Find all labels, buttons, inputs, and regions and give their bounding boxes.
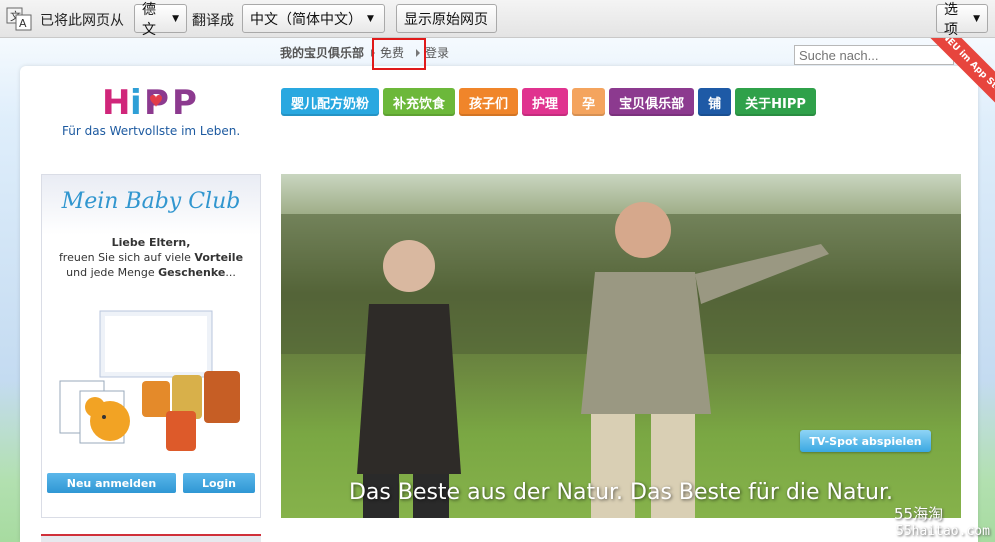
top-nav-club-link[interactable]: 我的宝贝俱乐部	[280, 44, 364, 61]
show-original-button[interactable]: 显示原始网页	[396, 4, 497, 33]
menu-item[interactable]: 铺	[698, 88, 732, 116]
club-line3-post: ...	[225, 266, 236, 279]
translated-to-label: 翻译成	[192, 13, 234, 29]
svg-text:P: P	[172, 84, 197, 120]
target-language-value: 中文（简体中文）	[250, 11, 362, 28]
watermark-url: 55haitao.com	[896, 524, 990, 539]
translate-message: 已将此网页从	[40, 13, 124, 29]
main-menu: 婴儿配方奶粉 补充饮食 孩子们 护理孕宝贝俱乐部铺关于HIPP	[281, 88, 816, 116]
tv-spot-button[interactable]: TV-Spot abspielen	[800, 430, 931, 452]
chevron-down-icon: ▼	[367, 13, 374, 24]
hero-banner[interactable]: TV-Spot abspielen Das Beste aus der Natu…	[281, 174, 961, 518]
club-greeting: Liebe Eltern,	[111, 236, 191, 249]
target-language-select[interactable]: 中文（简体中文） ▼	[242, 4, 385, 33]
menu-item[interactable]: 婴儿配方奶粉	[281, 88, 380, 116]
club-line2: freuen Sie sich auf viele	[58, 251, 195, 264]
menu-item[interactable]: 补充饮食	[383, 88, 456, 116]
ribbon-label: NEU im App Store	[925, 38, 995, 108]
source-language-select[interactable]: 德文 ▼	[134, 2, 187, 38]
club-line3: und jede Menge	[66, 266, 159, 279]
baby-club-box: Mein Baby Club Liebe Eltern, freuen Sie …	[41, 174, 261, 518]
options-label: 选项	[944, 1, 958, 38]
menu-item[interactable]: 孕	[572, 88, 606, 116]
menu-item[interactable]: 护理	[522, 88, 569, 116]
menu-item[interactable]: 宝贝俱乐部	[609, 88, 695, 116]
top-nav-login-link[interactable]: 登录	[425, 44, 449, 61]
club-line3-bold: Geschenke	[158, 266, 226, 279]
chevron-down-icon: ▼	[973, 13, 980, 24]
highlight-box	[372, 38, 426, 70]
hipp-logo[interactable]: H i P P	[102, 84, 207, 120]
app-store-ribbon[interactable]: NEU im App Store	[925, 38, 995, 108]
svg-text:i: i	[130, 84, 142, 120]
brand-tagline: Für das Wertvollste im Leben.	[62, 124, 241, 138]
hero-caption: Das Beste aus der Natur. Das Beste für d…	[348, 480, 894, 505]
register-button[interactable]: Neu anmelden	[47, 473, 176, 493]
watermark: 55海淘	[894, 505, 944, 523]
login-button[interactable]: Login	[183, 473, 255, 493]
options-button[interactable]: 选项 ▼	[936, 2, 988, 38]
translate-icon[interactable]: 文 A	[6, 7, 32, 31]
side-teaser-strip	[41, 534, 261, 542]
show-original-label: 显示原始网页	[404, 11, 488, 28]
source-language-value: 德文	[142, 1, 156, 38]
club-title: Mein Baby Club	[61, 189, 241, 214]
club-text: Liebe Eltern, freuen Sie sich auf viele …	[42, 235, 260, 280]
club-products-image	[59, 310, 240, 451]
translate-bar: 文 A 已将此网页从 德文 ▼ 翻译成 中文（简体中文） ▼ 显示原始网页 选项…	[0, 0, 995, 38]
svg-text:A: A	[19, 17, 27, 30]
menu-item[interactable]: 关于HIPP	[735, 88, 816, 116]
svg-text:H: H	[102, 84, 130, 120]
chevron-down-icon: ▼	[172, 13, 179, 24]
hero-photo	[281, 202, 961, 518]
menu-item[interactable]: 孩子们	[459, 88, 519, 116]
club-line2-bold: Vorteile	[194, 251, 244, 264]
